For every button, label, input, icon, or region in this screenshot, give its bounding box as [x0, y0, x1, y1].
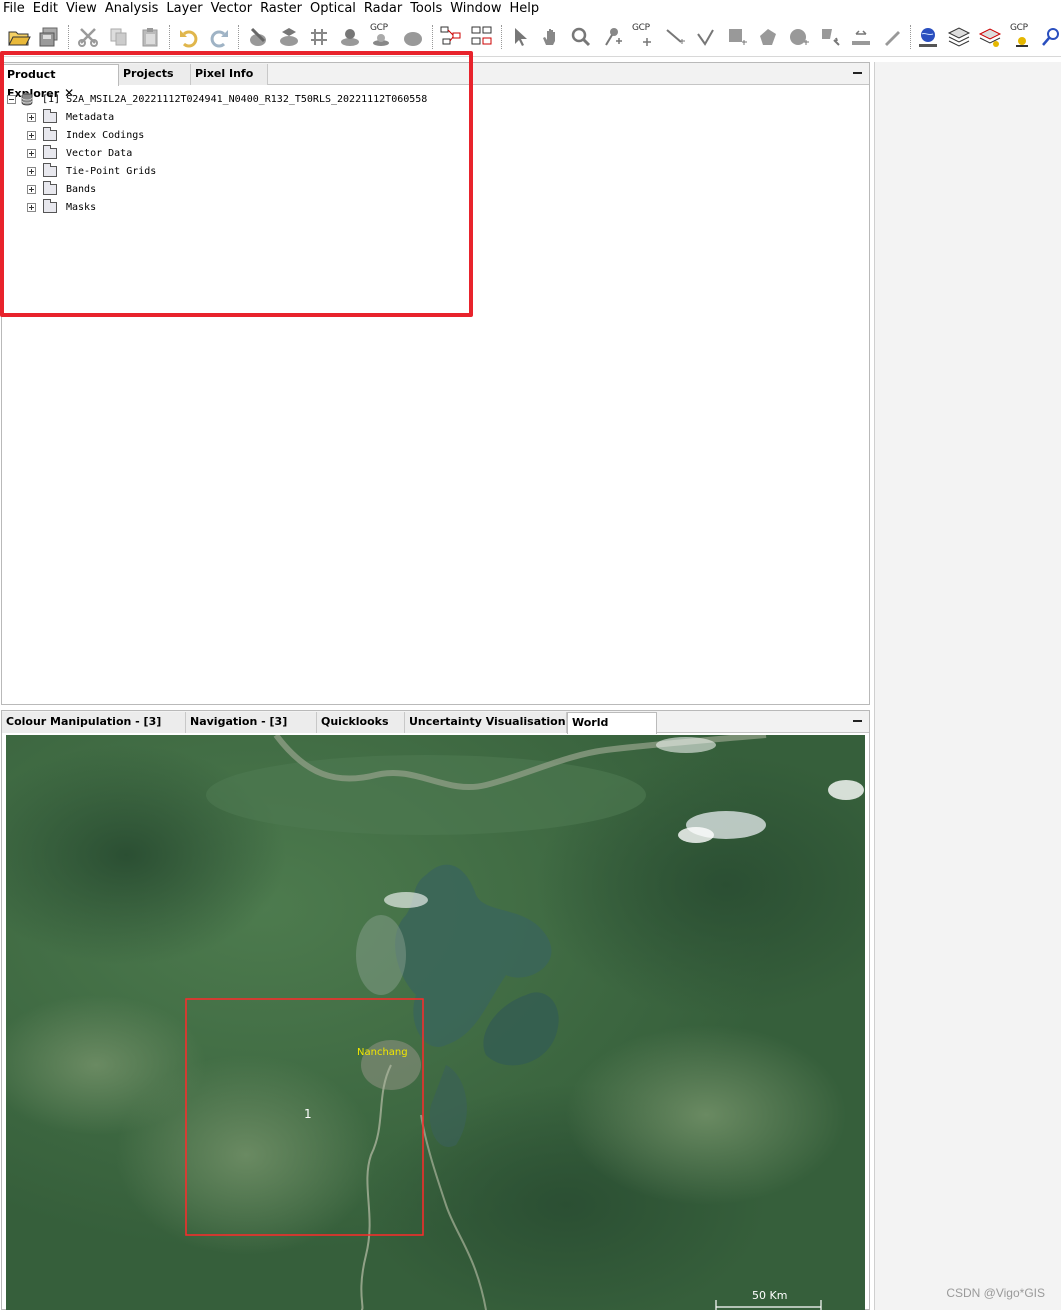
- redo-icon: [210, 30, 228, 48]
- collocation-icon: [341, 29, 359, 46]
- line-tool-button[interactable]: [662, 23, 688, 51]
- satellite-imagery: [6, 735, 865, 1310]
- tab-label: Quicklooks: [321, 715, 389, 728]
- menu-edit[interactable]: Edit: [30, 0, 63, 18]
- polyline-icon: [697, 29, 714, 46]
- undo-button[interactable]: [176, 23, 202, 51]
- batch-processing-icon: [471, 26, 492, 45]
- gcp-manager-button[interactable]: GCP: [1008, 23, 1034, 51]
- paste-button[interactable]: [137, 23, 163, 51]
- redo-button[interactable]: [206, 23, 232, 51]
- tab-uncertainty-visualisation[interactable]: Uncertainty Visualisation: [405, 712, 567, 733]
- world-map-button[interactable]: [915, 23, 941, 51]
- watermark: CSDN @Vigo*GIS: [946, 1286, 1045, 1300]
- undo-icon: [180, 30, 198, 48]
- draw-tool-button[interactable]: [879, 23, 905, 51]
- magnifier-icon: [571, 27, 591, 47]
- subset-icon: [280, 28, 298, 46]
- grid-icon: [311, 29, 327, 45]
- band-maths-button[interactable]: [245, 23, 271, 51]
- gcp-tool-1-button[interactable]: GCP: [368, 23, 394, 51]
- menubar: File Edit View Analysis Layer Vector Ras…: [0, 0, 1061, 18]
- copy-icon: [110, 28, 127, 46]
- cursor-arrow-icon: [515, 28, 527, 46]
- city-label-nanchang: Nanchang: [357, 1047, 408, 1058]
- menu-tools[interactable]: Tools: [407, 0, 447, 18]
- menu-layer[interactable]: Layer: [163, 0, 207, 18]
- layers-icon: [947, 27, 971, 47]
- menu-vector[interactable]: Vector: [208, 0, 257, 18]
- magic-wand-icon: [822, 29, 840, 46]
- layer-editor-button[interactable]: [977, 23, 1003, 51]
- world-map-canvas[interactable]: Nanchang 1 50 Km: [6, 735, 865, 1310]
- menu-file[interactable]: File: [0, 0, 30, 18]
- range-finder-button[interactable]: [848, 23, 874, 51]
- hand-icon: [543, 29, 555, 45]
- folder-open-icon: [8, 31, 31, 46]
- globe-icon: [919, 28, 937, 47]
- collocation-button[interactable]: [337, 23, 363, 51]
- graph-builder-button[interactable]: [438, 23, 464, 51]
- mosaic-icon: [404, 32, 422, 46]
- select-tool-button[interactable]: [507, 23, 533, 51]
- pan-tool-button[interactable]: [538, 23, 564, 51]
- rectangle-icon: [729, 29, 747, 45]
- rectangle-tool-button[interactable]: [724, 23, 750, 51]
- tab-quicklooks[interactable]: Quicklooks: [317, 712, 405, 733]
- mosaic-button[interactable]: [400, 23, 426, 51]
- pen-icon: [885, 31, 900, 46]
- tab-world-view[interactable]: World View✕: [567, 712, 657, 748]
- polyline-tool-button[interactable]: [693, 23, 719, 51]
- ellipse-icon: [790, 29, 809, 45]
- minimize-icon[interactable]: [853, 67, 863, 77]
- gcp-tool-2-button[interactable]: GCP: [630, 23, 656, 51]
- menu-radar[interactable]: Radar: [361, 0, 407, 18]
- reproject-button[interactable]: [306, 23, 332, 51]
- layer-edit-icon: [978, 28, 1002, 47]
- search-icon: [1042, 28, 1059, 46]
- right-side-panel: [874, 62, 1061, 1310]
- range-finder-icon: [852, 30, 870, 45]
- product-footprint-label: 1: [304, 1107, 312, 1121]
- scissors-icon: [78, 28, 98, 47]
- save-icon: [39, 27, 58, 47]
- tab-navigation[interactable]: Navigation - [3] RGB: [186, 712, 317, 747]
- graph-builder-icon: [440, 26, 461, 45]
- menu-analysis[interactable]: Analysis: [102, 0, 164, 18]
- tab-colour-manipulation[interactable]: Colour Manipulation - [3] RGB: [2, 712, 186, 747]
- menu-optical[interactable]: Optical: [307, 0, 361, 18]
- minimize-icon[interactable]: [853, 715, 863, 725]
- zoom-tool-button[interactable]: [568, 23, 594, 51]
- menu-help[interactable]: Help: [507, 0, 545, 18]
- menu-window[interactable]: Window: [447, 0, 506, 18]
- highlight-annotation-box: [0, 51, 473, 317]
- search-button[interactable]: [1038, 23, 1061, 51]
- copy-button[interactable]: [106, 23, 132, 51]
- band-maths-icon: [250, 27, 266, 46]
- subset-button[interactable]: [276, 23, 302, 51]
- pin-icon: [605, 28, 622, 46]
- batch-processing-button[interactable]: [469, 23, 495, 51]
- pin-tool-button[interactable]: [600, 23, 626, 51]
- tab-label: Uncertainty Visualisation: [409, 715, 566, 728]
- menu-view[interactable]: View: [63, 0, 102, 18]
- magic-wand-tool-button[interactable]: [817, 23, 843, 51]
- polygon-tool-button[interactable]: [755, 23, 781, 51]
- open-product-button[interactable]: [6, 23, 32, 51]
- save-product-button[interactable]: [36, 23, 62, 51]
- scale-bar-label: 50 Km: [752, 1289, 788, 1302]
- layer-manager-button[interactable]: [946, 23, 972, 51]
- menu-raster[interactable]: Raster: [257, 0, 307, 18]
- bottom-tabbar: Colour Manipulation - [3] RGB Navigation…: [2, 711, 869, 748]
- cut-button[interactable]: [75, 23, 101, 51]
- ellipse-tool-button[interactable]: [786, 23, 812, 51]
- line-icon: [666, 29, 685, 44]
- clipboard-icon: [142, 28, 158, 47]
- polygon-icon: [760, 29, 776, 45]
